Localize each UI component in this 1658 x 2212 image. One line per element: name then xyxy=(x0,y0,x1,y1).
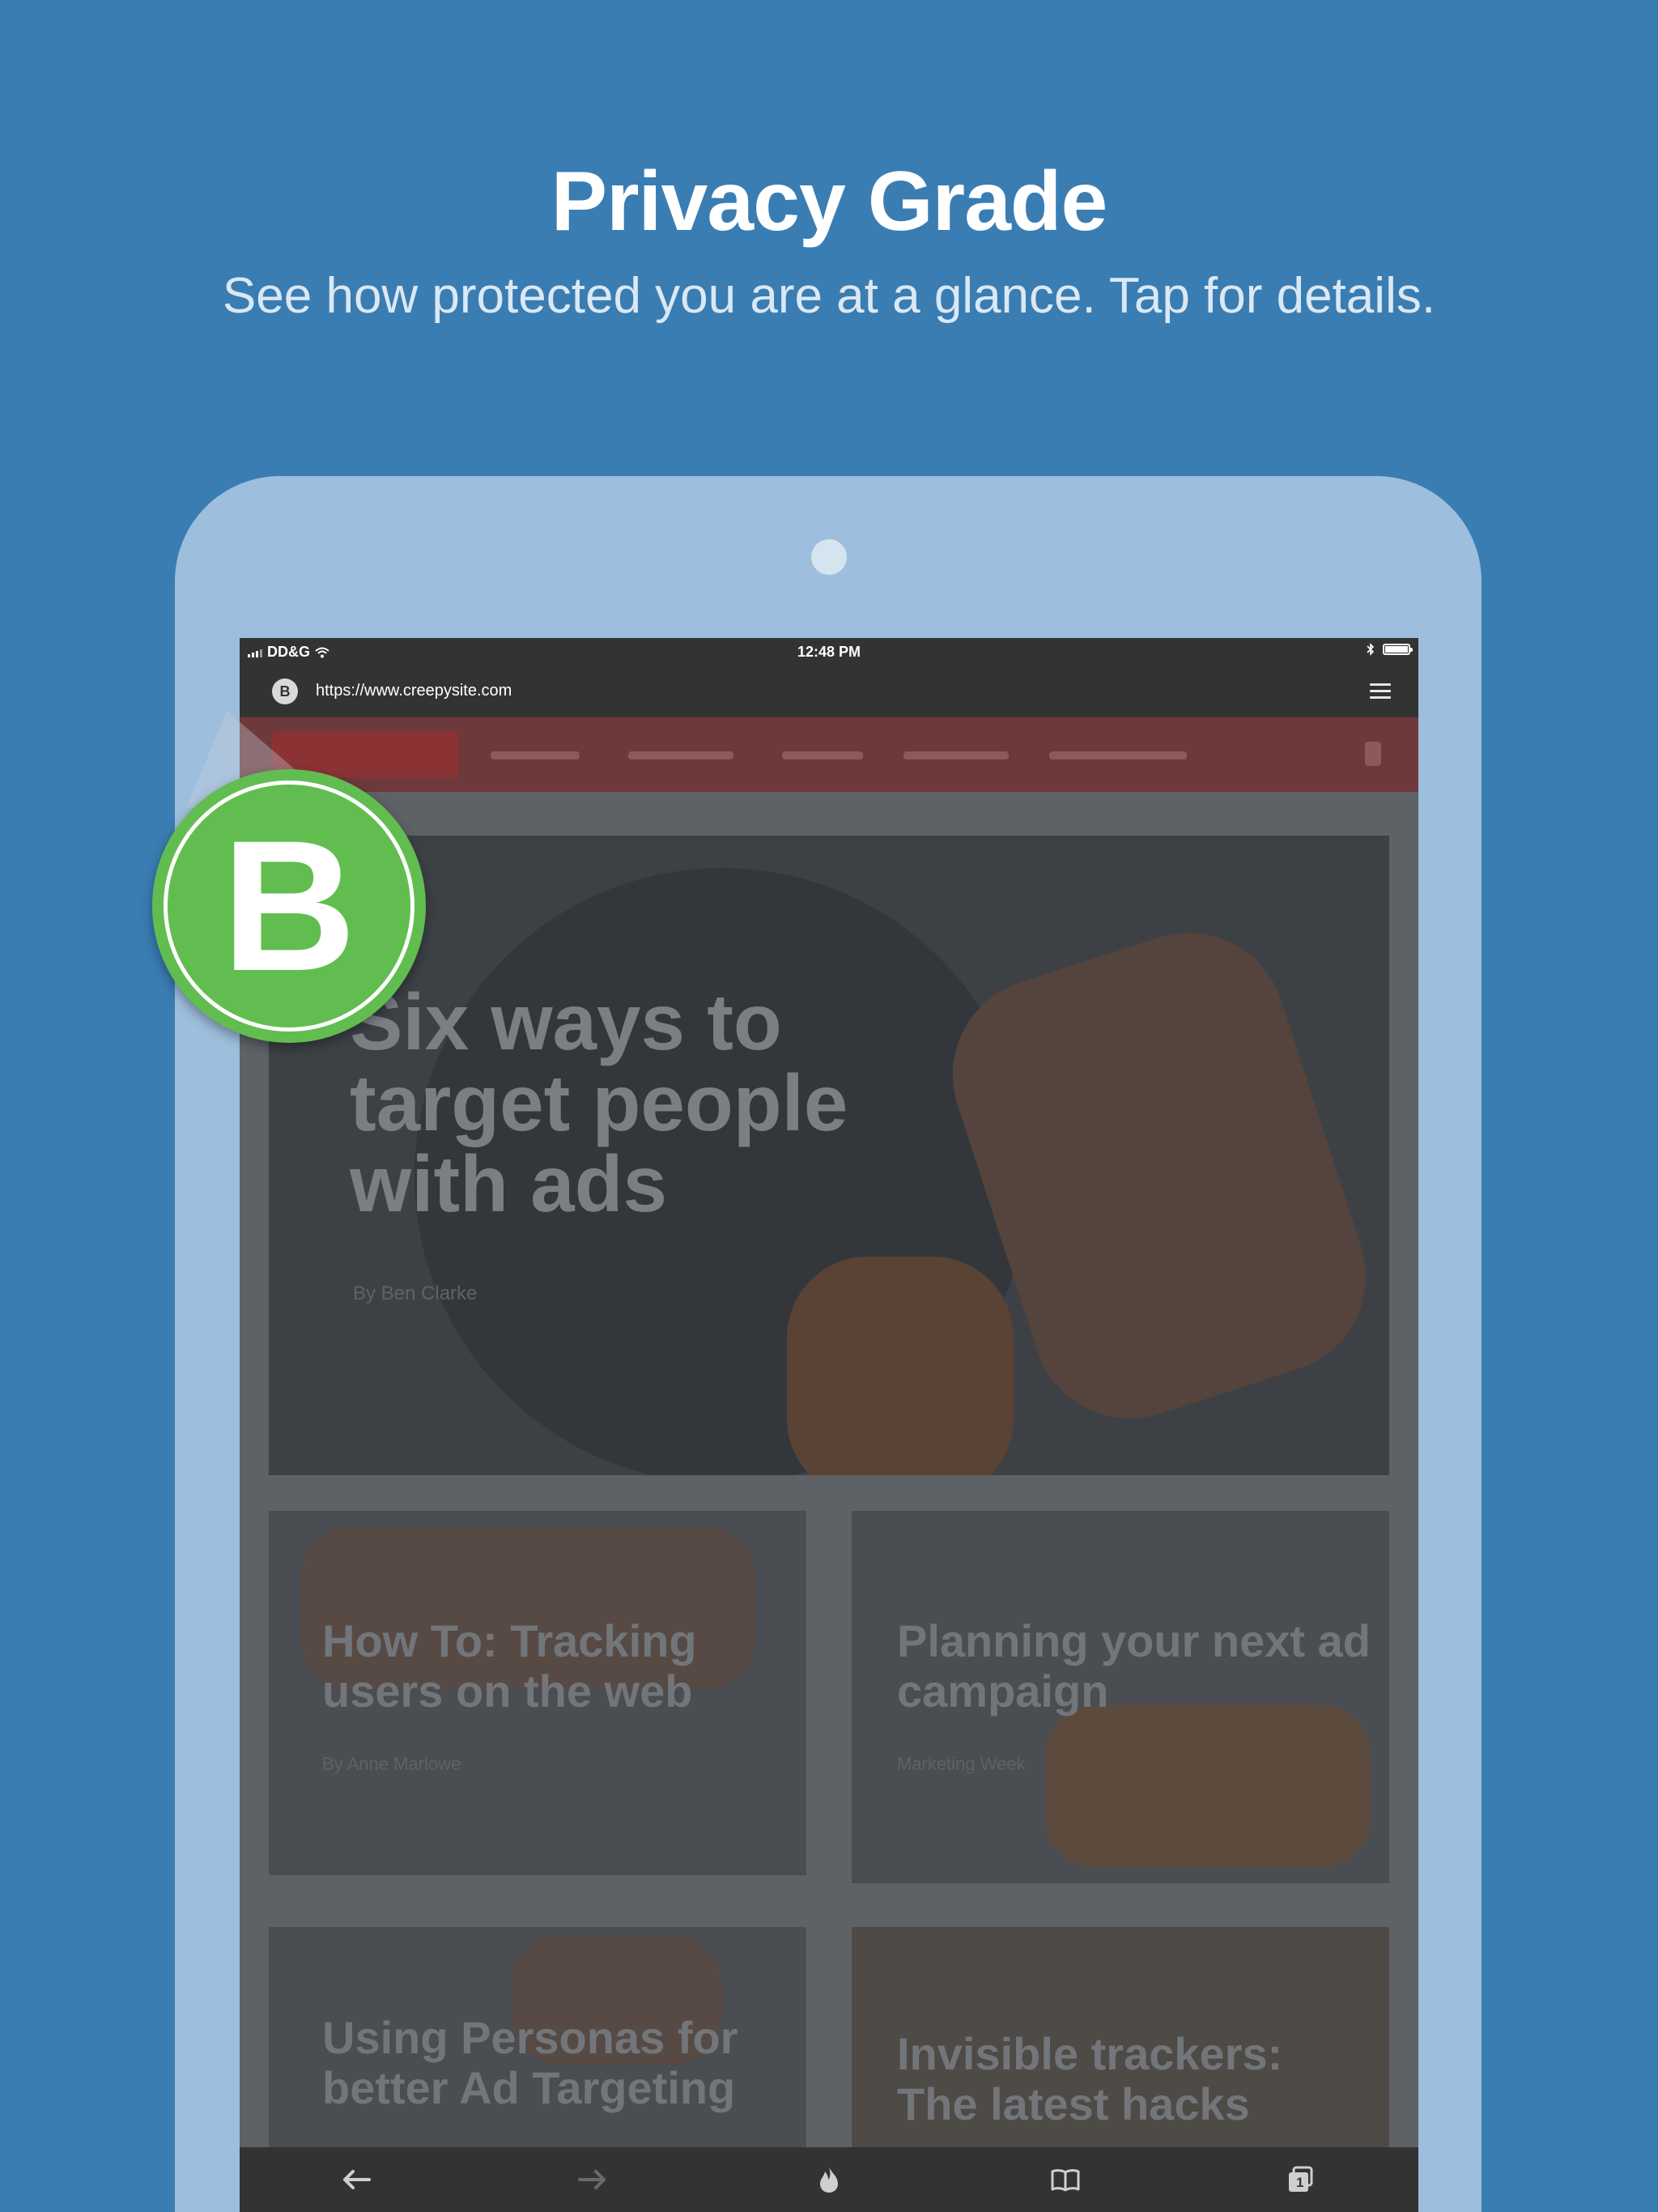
promo-subtitle: See how protected you are at a glance. T… xyxy=(222,268,1436,324)
article-card: How To: Tracking users on the web By Ann… xyxy=(269,1511,806,1875)
privacy-grade-icon[interactable]: B xyxy=(272,678,298,704)
promo-title: Privacy Grade xyxy=(551,155,1108,249)
article-card: Planning your next ad campaign Marketing… xyxy=(852,1511,1389,1883)
card-byline: Marketing Week xyxy=(897,1754,1026,1774)
forward-arrow-icon[interactable] xyxy=(576,2163,609,2196)
battery-icon xyxy=(1383,644,1413,655)
hero-title: Six ways to target people with ads xyxy=(350,977,848,1228)
status-right xyxy=(1367,643,1413,656)
card-title: How To: Tracking users on the web xyxy=(322,1615,697,1716)
status-bar: DD&G 12:48 PM xyxy=(240,638,1418,666)
card-title: Using Personas for better Ad Targeting xyxy=(322,2012,738,2113)
menu-icon[interactable] xyxy=(1370,683,1391,700)
camera-dot xyxy=(811,539,847,575)
url-text[interactable]: https://www.creepysite.com xyxy=(316,682,512,700)
card-title: Planning your next ad campaign xyxy=(897,1615,1371,1716)
tab-count: 1 xyxy=(1296,2175,1304,2190)
card-title: Invisible trackers: The latest hacks xyxy=(897,2028,1283,2129)
hero-article: Six ways to target people with ads By Be… xyxy=(269,836,1389,1475)
grade-letter: B xyxy=(221,802,357,1010)
hero-byline: By Ben Clarke xyxy=(353,1283,478,1304)
card-byline: By Anne Marlowe xyxy=(322,1754,461,1774)
privacy-grade-badge[interactable]: B xyxy=(152,769,426,1043)
bookmarks-icon[interactable] xyxy=(1049,2163,1082,2196)
fire-icon[interactable] xyxy=(813,2163,845,2196)
address-bar[interactable]: B https://www.creepysite.com xyxy=(240,666,1418,717)
tabs-icon[interactable]: 1 xyxy=(1284,2163,1316,2196)
bluetooth-icon xyxy=(1367,643,1375,656)
back-arrow-icon[interactable] xyxy=(340,2163,372,2196)
browser-toolbar: 1 xyxy=(240,2147,1418,2212)
status-time: 12:48 PM xyxy=(797,644,861,660)
